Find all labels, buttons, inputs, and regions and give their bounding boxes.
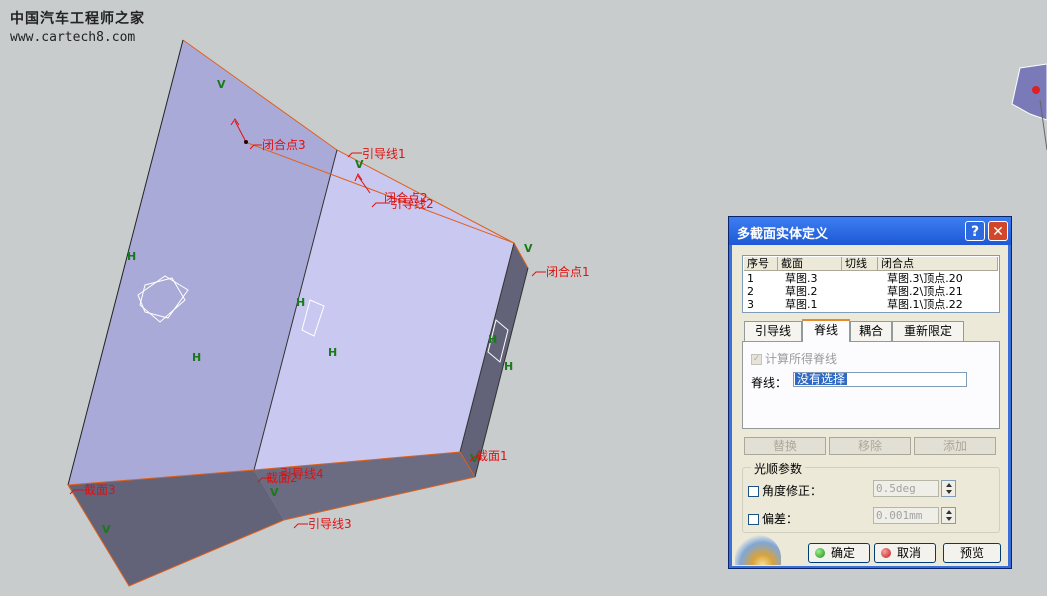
table-cell[interactable]: 草图.2	[785, 285, 818, 298]
multi-section-solid-dialog: 多截面实体定义 ? ✕ 序号 截面 切线 闭合点 1 草图.3 草图.3\顶点.…	[728, 216, 1012, 569]
h-marker: H	[328, 346, 337, 359]
h-marker: H	[192, 351, 201, 364]
angle-correction-input[interactable]: 0.5deg	[873, 480, 939, 497]
label-section-3: 截面3	[84, 483, 116, 497]
table-cell[interactable]: 草图.1	[785, 298, 818, 311]
v-marker: V	[524, 242, 533, 255]
replace-button[interactable]: 替换	[744, 437, 826, 455]
label-guide-3: 引导线3	[308, 517, 352, 531]
deviation-input[interactable]: 0.001mm	[873, 507, 939, 524]
label-closing-point-3: 闭合点3	[262, 137, 306, 152]
compute-spine-checkbox[interactable]: ✓	[751, 354, 762, 365]
tab-spine[interactable]: 脊线	[802, 319, 850, 342]
deviation-spinner[interactable]	[941, 507, 956, 524]
col-header-closing-point[interactable]: 闭合点	[878, 257, 998, 271]
spine-selection-field[interactable]: 没有选择	[793, 372, 967, 387]
preview-button[interactable]: 预览	[943, 543, 1001, 563]
col-header-tangent[interactable]: 切线	[842, 257, 878, 271]
compute-spine-row[interactable]: ✓ 计算所得脊线	[751, 350, 837, 367]
dialog-title: 多截面实体定义	[737, 227, 829, 242]
spine-tab-pane: ✓ 计算所得脊线 脊线： 没有选择	[742, 341, 1000, 429]
ok-icon	[815, 548, 825, 558]
table-cell[interactable]: 2	[747, 285, 754, 298]
angle-correction-row[interactable]: 角度修正：	[748, 482, 822, 499]
v-marker: V	[270, 486, 279, 499]
table-cell[interactable]: 1	[747, 272, 754, 285]
smoothing-parameters-group: 光顺参数 角度修正： 0.5deg 偏差： 0.001mm	[742, 460, 1000, 533]
table-cell[interactable]: 3	[747, 298, 754, 311]
cancel-icon	[881, 548, 891, 558]
label-guide-2: 引导线2	[390, 197, 434, 211]
spine-value: 没有选择	[795, 372, 848, 386]
angle-correction-label: 角度修正：	[762, 484, 823, 498]
tab-coupling[interactable]: 耦合	[850, 321, 892, 341]
angle-spinner[interactable]	[941, 480, 956, 497]
deviation-label: 偏差：	[762, 512, 799, 526]
dialog-titlebar[interactable]: 多截面实体定义 ? ✕	[729, 217, 1011, 245]
table-cell[interactable]: 草图.1\顶点.22	[887, 298, 963, 311]
compass-icon[interactable]	[1011, 63, 1047, 151]
table-cell[interactable]: 草图.2\顶点.21	[887, 285, 963, 298]
compute-spine-label: 计算所得脊线	[765, 352, 838, 366]
h-marker: H	[488, 333, 497, 346]
smoothing-title: 光顺参数	[751, 460, 806, 477]
remove-button[interactable]: 移除	[829, 437, 911, 455]
label-section-1: 截面1	[476, 449, 508, 463]
deviation-checkbox[interactable]	[748, 514, 759, 525]
section-table[interactable]: 序号 截面 切线 闭合点 1 草图.3 草图.3\顶点.20 2 草图.2 草图…	[742, 255, 1000, 313]
add-button[interactable]: 添加	[914, 437, 996, 455]
angle-correction-checkbox[interactable]	[748, 486, 759, 497]
close-button[interactable]: ✕	[988, 221, 1008, 241]
table-cell[interactable]: 草图.3\顶点.20	[887, 272, 963, 285]
label-closing-point-1: 闭合点1	[546, 264, 590, 279]
catia-logo-icon	[735, 535, 781, 565]
deviation-row[interactable]: 偏差：	[748, 510, 798, 527]
ok-button[interactable]: 确定	[808, 543, 870, 563]
col-header-index[interactable]: 序号	[744, 257, 778, 271]
ok-label: 确定	[831, 546, 856, 560]
tab-guides[interactable]: 引导线	[744, 321, 802, 341]
v-marker: V	[217, 78, 226, 91]
table-cell[interactable]: 草图.3	[785, 272, 818, 285]
cancel-button[interactable]: 取消	[874, 543, 936, 563]
help-button[interactable]: ?	[965, 221, 985, 241]
col-header-section[interactable]: 截面	[778, 257, 842, 271]
dialog-body: 序号 截面 切线 闭合点 1 草图.3 草图.3\顶点.20 2 草图.2 草图…	[732, 245, 1008, 566]
closing-point-3-dot	[244, 140, 248, 144]
h-marker: H	[296, 296, 305, 309]
tab-relimitation[interactable]: 重新限定	[892, 321, 964, 341]
label-guide-4: 引导线4	[280, 467, 324, 481]
spine-label: 脊线：	[751, 376, 788, 390]
h-marker: H	[504, 360, 513, 373]
h-marker: H	[127, 250, 136, 263]
cancel-label: 取消	[897, 546, 922, 560]
label-guide-1: 引导线1	[362, 147, 406, 161]
v-marker: V	[102, 523, 111, 536]
